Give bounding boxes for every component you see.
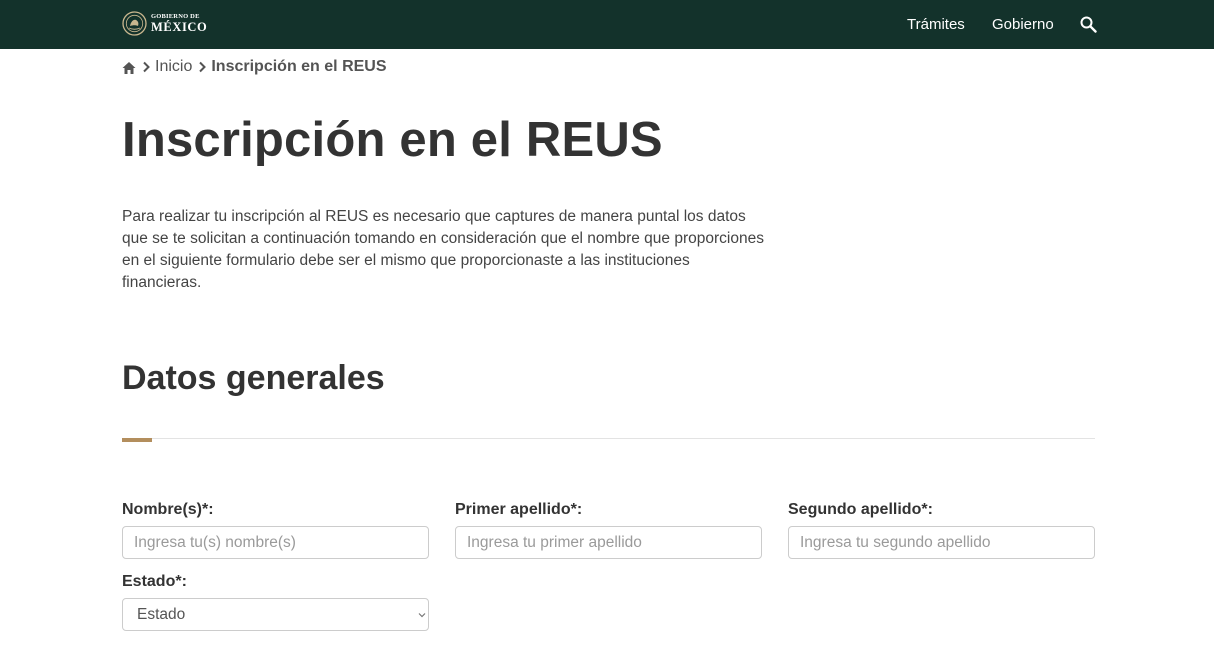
nav-gobierno-link[interactable]: Gobierno: [992, 16, 1054, 33]
chevron-down-icon: [418, 613, 426, 618]
estado-selected-value: Estado: [137, 606, 186, 623]
segundo-apellido-input[interactable]: [788, 526, 1095, 559]
logo-line-2: MÉXICO: [151, 20, 208, 34]
logo-wordmark: GOBIERNO DE MÉXICO: [151, 13, 208, 34]
breadcrumb: Inicio Inscripción en el REUS: [122, 57, 387, 77]
top-navbar: GOBIERNO DE MÉXICO Trámites Gobierno: [0, 0, 1214, 49]
page-title: Inscripción en el REUS: [122, 113, 663, 167]
segundo-apellido-label: Segundo apellido*:: [788, 501, 933, 518]
search-icon[interactable]: [1080, 16, 1097, 33]
section-title-datos-generales: Datos generales: [122, 359, 385, 397]
breadcrumb-inicio-link[interactable]: Inicio: [155, 58, 192, 76]
primer-apellido-label: Primer apellido*:: [455, 501, 583, 518]
gobierno-de-mexico-logo[interactable]: GOBIERNO DE MÉXICO: [122, 11, 207, 36]
primer-apellido-input[interactable]: [455, 526, 762, 559]
estado-select[interactable]: Estado: [122, 598, 429, 631]
nav-tramites-link[interactable]: Trámites: [907, 16, 965, 33]
breadcrumb-current: Inscripción en el REUS: [211, 58, 387, 75]
chevron-right-icon: [199, 61, 207, 73]
home-icon[interactable]: [122, 61, 136, 75]
section-divider: [122, 438, 1095, 439]
nombre-label: Nombre(s)*:: [122, 501, 214, 518]
section-divider-accent: [122, 438, 152, 442]
chevron-right-icon: [143, 61, 150, 73]
estado-label: Estado*:: [122, 573, 187, 590]
nombre-input[interactable]: [122, 526, 429, 559]
intro-paragraph: Para realizar tu inscripción al REUS es …: [122, 208, 764, 291]
national-seal-icon: [122, 11, 147, 36]
